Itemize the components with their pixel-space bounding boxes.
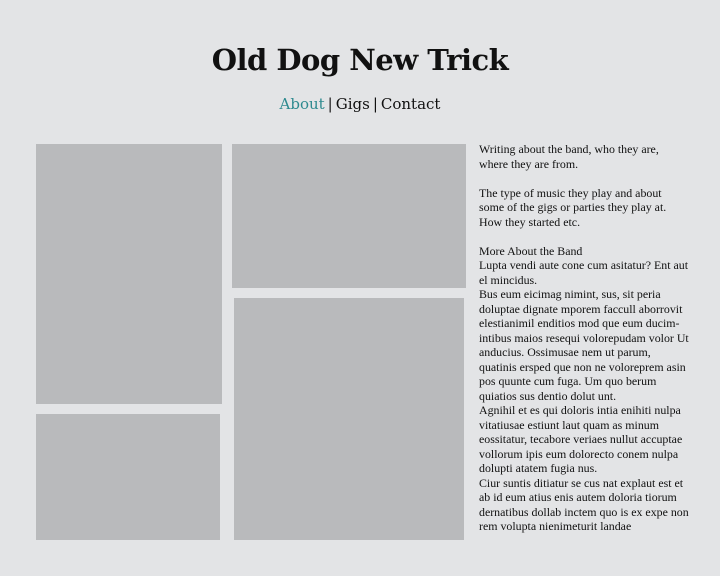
about-paragraph: Agnihil et es qui doloris intia enihiti … — [479, 403, 683, 475]
about-paragraph: Bus eum eicimag nimint, sus, sit peria d… — [479, 287, 689, 403]
about-intro: Writing about the band, who they are, wh… — [479, 142, 659, 171]
nav-link-contact[interactable]: Contact — [381, 95, 441, 113]
nav-separator: | — [327, 95, 333, 113]
main-nav: About | Gigs | Contact — [0, 93, 720, 115]
about-text-column: Writing about the band, who they are, wh… — [479, 142, 689, 534]
about-music: The type of music they play and about so… — [479, 185, 667, 229]
band-photo-placeholder-1 — [36, 144, 222, 404]
about-paragraph: Lupta vendi aute cone cum asitatur? Ent … — [479, 258, 688, 287]
nav-link-about[interactable]: About — [280, 95, 325, 113]
site-title: Old Dog New Trick — [211, 43, 509, 77]
nav-link-gigs[interactable]: Gigs — [336, 95, 370, 113]
band-photo-placeholder-3 — [36, 414, 220, 540]
band-photo-placeholder-4 — [234, 298, 464, 540]
band-photo-placeholder-2 — [232, 144, 466, 288]
nav-separator: | — [372, 95, 378, 113]
about-paragraph: Ciur suntis ditiatur se cus nat explaut … — [479, 475, 689, 534]
about-heading: More About the Band — [479, 243, 583, 258]
